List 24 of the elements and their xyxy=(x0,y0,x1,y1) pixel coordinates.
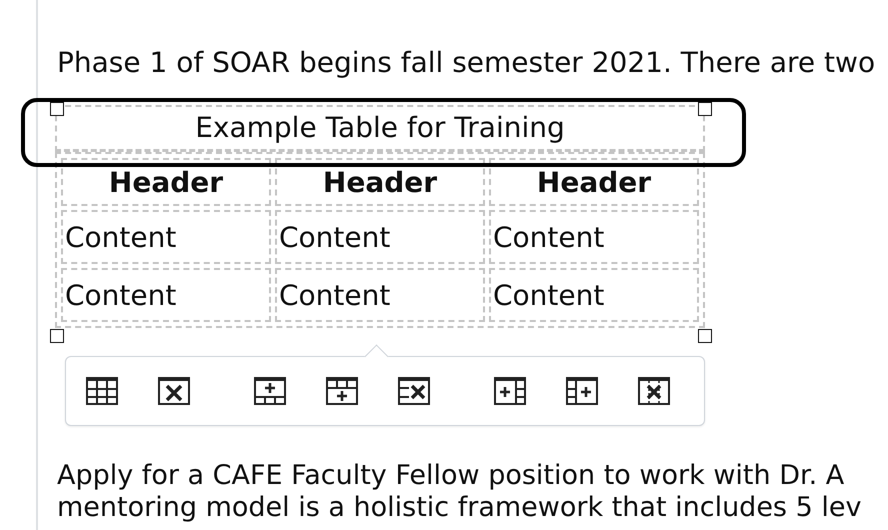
delete-table-icon[interactable] xyxy=(158,377,190,405)
paragraph: Phase 1 of SOAR begins fall semester 2021. There are two xyxy=(57,46,876,80)
delete-row-icon[interactable] xyxy=(398,377,430,405)
table-cell: Content xyxy=(61,268,271,322)
column-header: Header xyxy=(489,158,699,206)
resize-handle[interactable] xyxy=(698,329,712,343)
column-header: Header xyxy=(275,158,485,206)
table-cell: Content xyxy=(61,210,271,264)
table-cell: Content xyxy=(275,268,485,322)
table[interactable]: Example Table for Training Header Header Header Content Content Content Content Content Content xyxy=(55,105,705,328)
table-icon[interactable] xyxy=(86,377,118,405)
resize-handle[interactable] xyxy=(50,329,64,343)
insert-column-icon[interactable] xyxy=(566,377,598,405)
delete-column-icon[interactable] xyxy=(638,377,670,405)
column-header: Header xyxy=(61,158,271,206)
resize-handle[interactable] xyxy=(50,102,64,116)
table-cell: Content xyxy=(489,210,699,264)
insert-row-icon[interactable] xyxy=(326,377,358,405)
resize-handle[interactable] xyxy=(698,102,712,116)
table-cell: Content xyxy=(489,268,699,322)
insert-column-icon[interactable] xyxy=(494,377,526,405)
table-cell: Content xyxy=(275,210,485,264)
insert-row-icon[interactable] xyxy=(254,377,286,405)
paragraph: Apply for a CAFE Faculty Fellow position to work with Dr. A mentoring model is a holistic framework that includes 5 lev xyxy=(57,460,862,524)
